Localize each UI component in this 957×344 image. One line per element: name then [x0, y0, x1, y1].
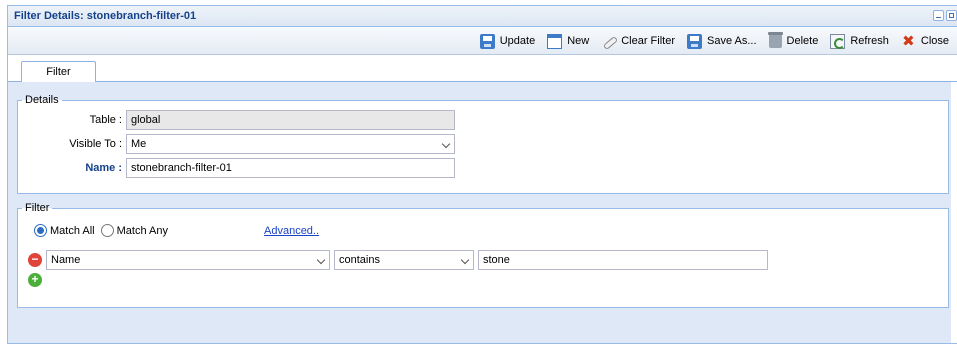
filter-rule-row: − Name contains stone	[28, 250, 768, 270]
chevron-down-icon	[441, 139, 451, 149]
maximize-icon[interactable]	[946, 10, 957, 21]
match-any-label: Match Any	[116, 224, 168, 237]
clear-filter-button[interactable]: Clear Filter	[601, 34, 675, 49]
update-button-label: Update	[499, 35, 536, 47]
match-any-radio[interactable]	[100, 224, 114, 237]
new-button-label: New	[567, 35, 590, 47]
refresh-button[interactable]: Refresh	[830, 33, 889, 49]
table-field: global	[126, 110, 455, 130]
save-icon	[479, 33, 495, 49]
name-field[interactable]: stonebranch-filter-01	[126, 158, 455, 178]
match-all-radio[interactable]	[34, 224, 47, 237]
match-all-label: Match All	[50, 224, 95, 237]
new-document-icon	[547, 33, 563, 49]
rule-field-value: Name	[51, 254, 81, 266]
rule-operator-select[interactable]: contains	[334, 250, 474, 270]
table-label: Table :	[89, 114, 122, 126]
advanced-link[interactable]: Advanced..	[264, 225, 319, 237]
toolbar: Update New Clear Filter Save As... Delet…	[8, 28, 957, 55]
delete-button[interactable]: Delete	[767, 32, 819, 48]
name-label: Name :	[85, 162, 122, 174]
filter-section: Filter Match All Match Any Advanced.. − …	[17, 202, 949, 308]
eraser-icon	[601, 34, 616, 49]
tab-filter[interactable]: Filter	[21, 61, 96, 83]
save-as-button-label: Save As...	[707, 35, 757, 47]
refresh-icon	[830, 33, 846, 49]
visible-to-select[interactable]: Me	[126, 134, 455, 154]
filter-legend: Filter	[25, 202, 50, 214]
save-as-button[interactable]: Save As...	[687, 33, 757, 49]
close-button-label: Close	[920, 35, 949, 47]
window-titlebar[interactable]: Filter Details: stonebranch-filter-01	[8, 6, 957, 27]
minimize-icon[interactable]	[933, 10, 944, 21]
rule-field-select[interactable]: Name	[46, 250, 330, 270]
filter-details-window: Filter Details: stonebranch-filter-01 Up…	[7, 5, 957, 344]
refresh-button-label: Refresh	[850, 35, 889, 47]
tab-panel: Details Table : global Visible To : Me N…	[8, 82, 951, 343]
clear-filter-button-label: Clear Filter	[621, 35, 676, 47]
window-title: Filter Details: stonebranch-filter-01	[14, 10, 197, 22]
details-legend: Details	[25, 94, 59, 106]
visible-to-value: Me	[131, 138, 147, 150]
trash-icon	[767, 32, 783, 48]
delete-button-label: Delete	[786, 35, 819, 47]
update-button[interactable]: Update	[479, 33, 536, 49]
visible-to-label: Visible To :	[69, 138, 122, 150]
close-button[interactable]: ✖ Close	[901, 34, 949, 49]
details-section: Details Table : global Visible To : Me N…	[17, 94, 949, 194]
tab-strip: Filter	[8, 56, 957, 83]
save-icon	[687, 33, 703, 49]
close-icon: ✖	[902, 32, 915, 50]
chevron-down-icon	[316, 255, 326, 265]
rule-value-input[interactable]: stone	[478, 250, 768, 270]
remove-rule-icon[interactable]: −	[28, 253, 42, 267]
new-button[interactable]: New	[547, 33, 590, 49]
add-rule-icon[interactable]: +	[28, 273, 42, 287]
rule-operator-value: contains	[339, 254, 380, 266]
chevron-down-icon	[460, 255, 470, 265]
